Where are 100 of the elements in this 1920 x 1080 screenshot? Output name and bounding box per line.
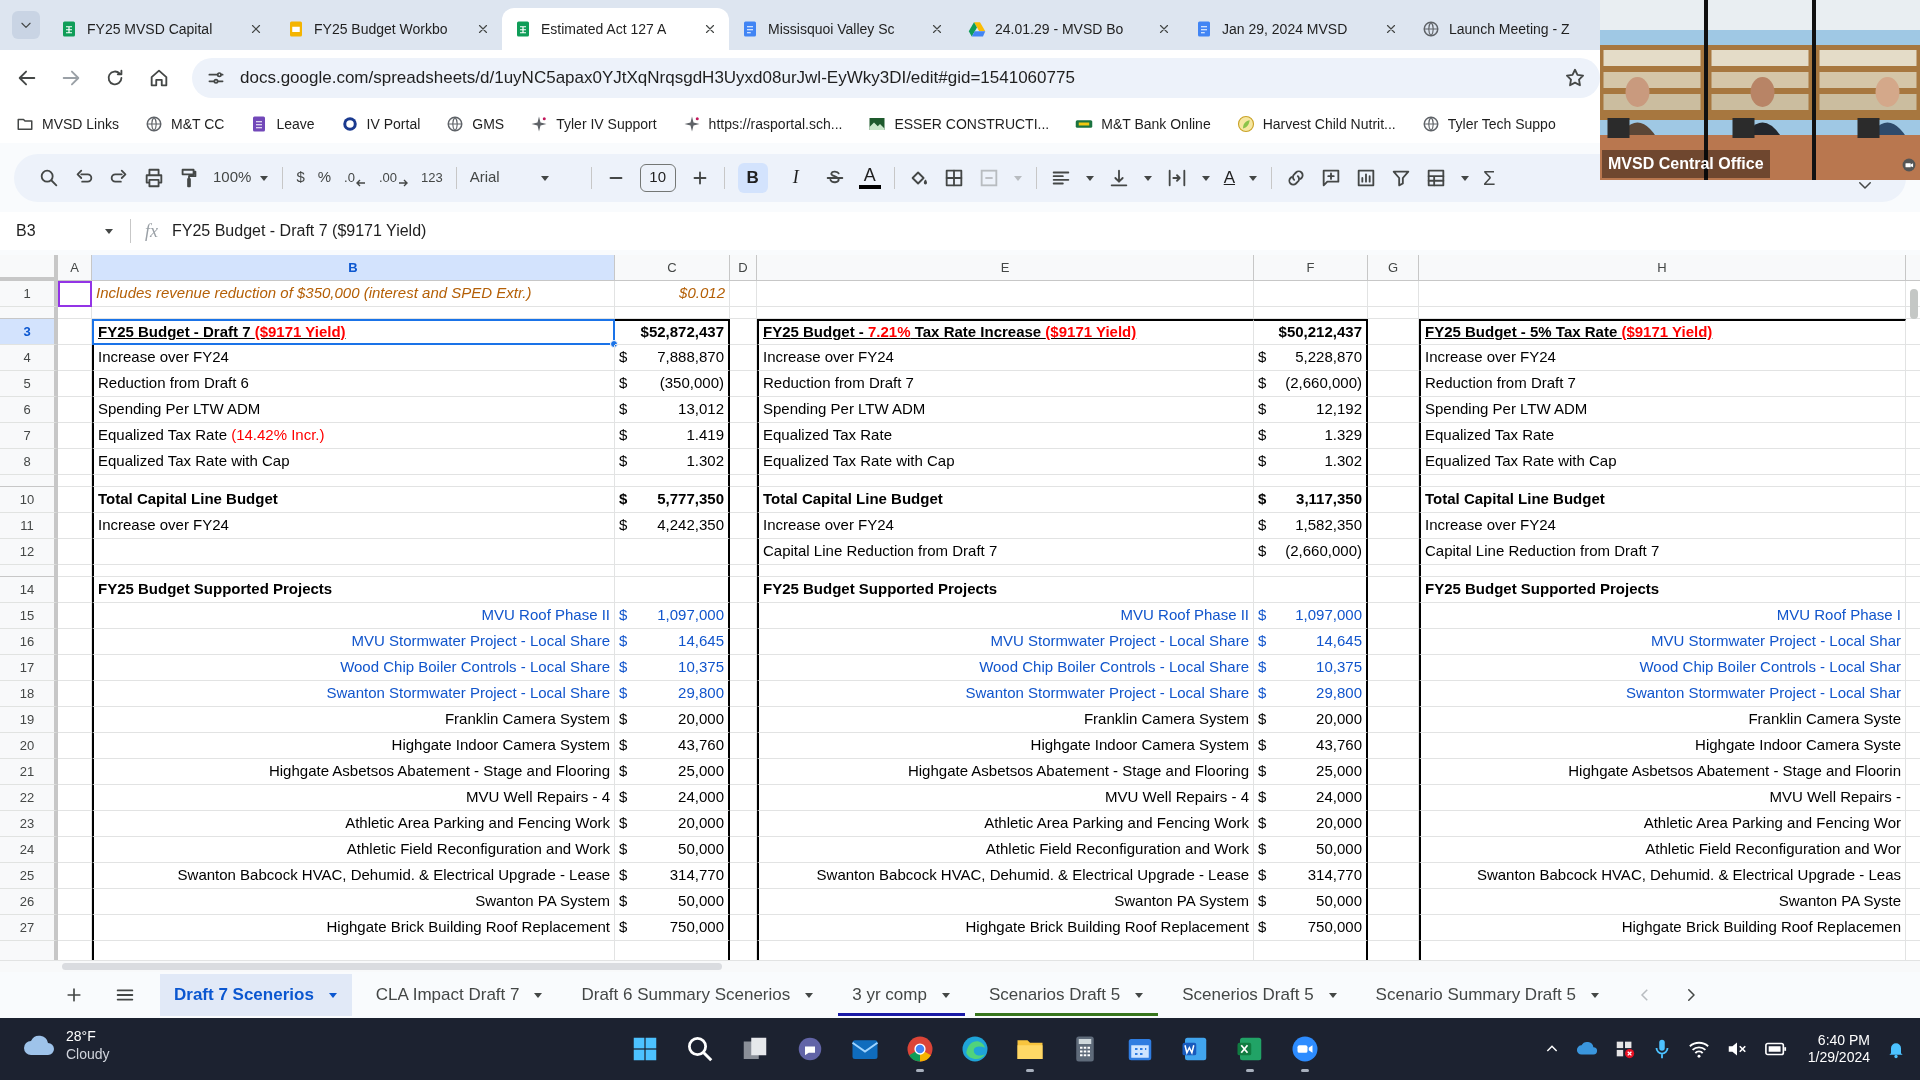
- row-number[interactable]: 10: [0, 487, 58, 513]
- bookmark[interactable]: MVSD Links: [16, 113, 120, 135]
- bookmark[interactable]: GMS: [446, 113, 505, 135]
- text-rotation-button[interactable]: A: [1223, 164, 1236, 191]
- close-icon[interactable]: [1384, 22, 1398, 36]
- column-header[interactable]: E: [757, 255, 1254, 281]
- row-number[interactable]: 21: [0, 759, 58, 785]
- functions-button[interactable]: Σ: [1483, 162, 1496, 193]
- browser-icon[interactable]: [960, 1034, 990, 1064]
- column-header[interactable]: G: [1368, 255, 1419, 281]
- table-cell: Athletic Area Parking and Fencing Work: [92, 811, 615, 837]
- close-icon[interactable]: [1157, 22, 1171, 36]
- column-header[interactable]: H: [1419, 255, 1906, 281]
- sheet-tab[interactable]: Scenerios Draft 5: [1168, 974, 1352, 1016]
- row-number[interactable]: 6: [0, 397, 58, 423]
- browser-icon[interactable]: [905, 1034, 935, 1064]
- row-number[interactable]: 3: [0, 319, 58, 345]
- row-number[interactable]: 16: [0, 629, 58, 655]
- row-number[interactable]: 15: [0, 603, 58, 629]
- row-number[interactable]: 12: [0, 539, 58, 565]
- close-icon[interactable]: [249, 22, 263, 36]
- currency-button[interactable]: $: [296, 166, 305, 189]
- browser-tab[interactable]: 24.01.29 - MVSD Bo: [956, 8, 1183, 50]
- browser-tab[interactable]: Missisquoi Valley Sc: [729, 8, 956, 50]
- row-number[interactable]: 27: [0, 915, 58, 941]
- row-number[interactable]: 26: [0, 889, 58, 915]
- table-cell: Equalized Tax Rate with Cap: [1419, 449, 1906, 475]
- bookmark[interactable]: ESSER CONSTRUCTI...: [868, 113, 1050, 135]
- increase-decimal-button[interactable]: .00: [378, 167, 408, 188]
- sheet-tab[interactable]: Draft 7 Scenerios: [160, 974, 352, 1016]
- sheet-tab[interactable]: Scenarios Draft 5: [974, 974, 1159, 1016]
- row-number[interactable]: 14: [0, 577, 58, 603]
- table-cell: $ 25,000: [615, 759, 730, 785]
- sheet-tab[interactable]: Scenario Summary Draft 5: [1361, 974, 1614, 1016]
- bookmark[interactable]: M&T CC: [145, 113, 225, 135]
- browser-tab[interactable]: FY25 Budget Workbo: [275, 8, 502, 50]
- font-dropdown[interactable]: Arial: [469, 166, 578, 189]
- weather-widget[interactable]: 28°F Cloudy: [22, 1028, 110, 1063]
- document-icon: [1195, 20, 1213, 38]
- print-icon[interactable]: [143, 166, 165, 189]
- row-number[interactable]: 23: [0, 811, 58, 837]
- row-number[interactable]: 8: [0, 449, 58, 475]
- italic-button[interactable]: I: [780, 162, 811, 193]
- row-number[interactable]: 25: [0, 863, 58, 889]
- bold-button[interactable]: B: [737, 162, 768, 193]
- row-number[interactable]: 18: [0, 681, 58, 707]
- font-size-field[interactable]: 10: [639, 163, 676, 192]
- table-cell: [58, 513, 92, 539]
- browser-tab[interactable]: Estimated Act 127 A: [502, 8, 729, 50]
- row-number[interactable]: 20: [0, 733, 58, 759]
- sheet-tab[interactable]: CLA Impact Draft 7: [361, 974, 558, 1016]
- fill-handle[interactable]: [610, 340, 618, 348]
- row-number[interactable]: 24: [0, 837, 58, 863]
- column-header[interactable]: F: [1254, 255, 1368, 281]
- column-header[interactable]: B: [92, 255, 615, 281]
- close-icon[interactable]: [476, 22, 490, 36]
- table-cell: [730, 889, 757, 915]
- horizontal-scrollbar[interactable]: [62, 963, 722, 970]
- text-color-button[interactable]: A: [858, 166, 881, 189]
- bookmark[interactable]: Tyler Tech Suppo: [1421, 113, 1556, 135]
- bookmark[interactable]: Harvest Child Nutrit...: [1236, 113, 1396, 135]
- row-number[interactable]: 1: [0, 281, 58, 307]
- globe-icon: [1421, 115, 1440, 133]
- name-box[interactable]: B3: [0, 212, 130, 250]
- address-bar[interactable]: docs.google.com/spreadsheets/d/1uyNC5apax0YJtXqNrqsgdH3Uyxd08urJwl-EyWky3DI/edit#gid=1541060775: [192, 57, 1600, 98]
- zoom-dropdown[interactable]: 100%: [213, 166, 270, 189]
- table-cell: Highgate Indoor Camera Syste: [1419, 733, 1906, 759]
- sheet-tab[interactable]: Draft 6 Summary Scenerios: [567, 974, 829, 1016]
- tab-search-button[interactable]: [12, 11, 40, 39]
- browser-tab[interactable]: Launch Meeting - Z: [1410, 8, 1596, 50]
- bookmark[interactable]: IV Portal: [340, 113, 421, 135]
- formula-field[interactable]: FY25 Budget - Draft 7 ($9171 Yield): [172, 219, 1920, 243]
- bookmark[interactable]: Leave: [250, 113, 315, 135]
- percent-button[interactable]: %: [317, 166, 332, 189]
- table-cell: [1368, 281, 1419, 307]
- close-icon[interactable]: [930, 22, 944, 36]
- vertical-scrollbar[interactable]: [1910, 289, 1918, 319]
- search-icon[interactable]: [685, 1034, 715, 1064]
- row-number[interactable]: 7: [0, 423, 58, 449]
- clock[interactable]: 6:40 PM 1/29/2024: [1807, 1031, 1870, 1067]
- sheet-tab[interactable]: 3 yr comp: [838, 974, 965, 1016]
- row-number[interactable]: 22: [0, 785, 58, 811]
- video-call-icon[interactable]: [1290, 1034, 1320, 1064]
- row-number[interactable]: 19: [0, 707, 58, 733]
- row-number[interactable]: 5: [0, 371, 58, 397]
- bookmark[interactable]: https://rasportal.sch...: [682, 113, 843, 135]
- bookmark[interactable]: Tyler IV Support: [530, 113, 657, 135]
- column-header[interactable]: C: [615, 255, 730, 281]
- table-cell: [58, 811, 92, 837]
- row-number[interactable]: 11: [0, 513, 58, 539]
- number-format-button[interactable]: 123: [421, 167, 443, 188]
- bookmark[interactable]: M&T Bank Online: [1075, 113, 1211, 135]
- row-number[interactable]: 4: [0, 345, 58, 371]
- star-icon[interactable]: [1564, 66, 1586, 89]
- row-number[interactable]: 17: [0, 655, 58, 681]
- browser-tab[interactable]: FY25 MVSD Capital: [48, 8, 275, 50]
- column-header[interactable]: D: [730, 255, 757, 281]
- close-icon[interactable]: [703, 22, 717, 36]
- decrease-decimal-button[interactable]: .0: [344, 167, 366, 188]
- browser-tab[interactable]: Jan 29, 2024 MVSD: [1183, 8, 1410, 50]
